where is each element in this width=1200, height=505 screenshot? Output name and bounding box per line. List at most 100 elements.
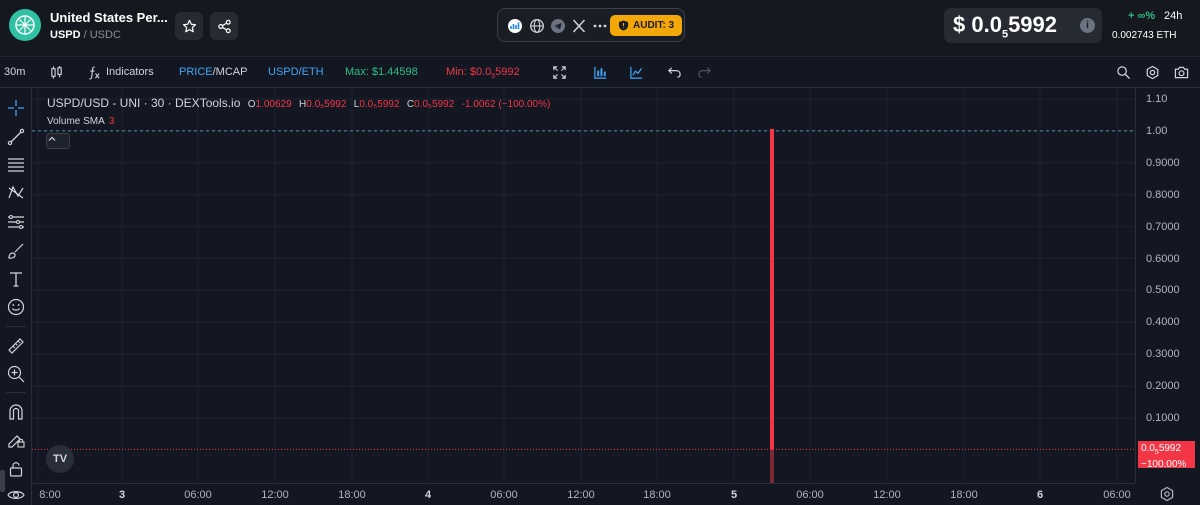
camera-icon	[1174, 66, 1188, 78]
price-tick-label: 0.4000	[1146, 316, 1180, 329]
magnet-icon	[9, 404, 23, 420]
fullscreen-button[interactable]	[551, 64, 567, 80]
favorite-button[interactable]	[175, 12, 203, 40]
pattern-icon	[8, 185, 24, 199]
current-price: $ 0.055992	[953, 12, 1058, 41]
pattern-tool[interactable]	[5, 182, 27, 204]
twitter-link[interactable]	[570, 17, 587, 34]
candlestick-icon	[50, 65, 62, 79]
chevron-up-icon	[48, 136, 56, 141]
toolbar-scroll-handle[interactable]	[0, 470, 5, 492]
trend-line-icon	[7, 128, 25, 146]
time-tick-label: 12:00	[873, 489, 901, 501]
fib-tool[interactable]	[5, 154, 27, 176]
eye-icon	[7, 491, 25, 499]
settings-button[interactable]	[1144, 64, 1160, 80]
telegram-icon	[550, 18, 565, 33]
ruler-icon	[8, 338, 24, 354]
price-tick-label: 0.2000	[1146, 380, 1180, 393]
shield-icon	[618, 20, 629, 31]
time-tick-label: 8:00	[39, 489, 61, 501]
candle-type-button[interactable]	[48, 64, 64, 80]
volume-label: Volume SMA	[47, 116, 105, 127]
price-tick-label: 0.9000	[1146, 156, 1180, 169]
interval-button[interactable]: 30m	[4, 66, 25, 78]
axis-settings-icon[interactable]	[1159, 486, 1175, 502]
pair-toggle[interactable]: USPD/ETH	[268, 66, 324, 78]
tool-separator	[6, 326, 26, 327]
zoom-in-icon	[7, 365, 25, 383]
price-tick-label: 0.6000	[1146, 252, 1180, 265]
share-button[interactable]	[210, 12, 238, 40]
audit-badge[interactable]: AUDIT: 3	[610, 15, 683, 36]
price-tick-label: 1.00	[1146, 124, 1168, 137]
text-icon	[10, 272, 22, 287]
links-box: AUDIT: 3	[497, 8, 685, 42]
undo-button[interactable]	[666, 64, 682, 80]
telegram-link[interactable]	[549, 17, 566, 34]
price-label: PRICE	[179, 66, 213, 78]
emoji-tool[interactable]	[5, 296, 27, 318]
tool-separator	[6, 392, 26, 393]
star-icon	[182, 19, 196, 32]
indicators-button[interactable]: Indicators	[106, 66, 154, 78]
undo-icon	[667, 66, 681, 78]
search-button[interactable]	[1115, 64, 1131, 80]
line-chart-button[interactable]	[628, 64, 644, 80]
price-period: 24h	[1164, 10, 1183, 22]
more-icon	[593, 24, 606, 27]
lock-tool[interactable]	[5, 458, 27, 480]
bar-chart-button[interactable]	[592, 64, 608, 80]
price-tick-label: 1.10	[1146, 93, 1168, 105]
price-tick-label: 0.5000	[1146, 284, 1180, 297]
dextools-link[interactable]	[506, 17, 523, 34]
collapse-legend-button[interactable]	[46, 133, 70, 149]
current-change-label: −100.00%	[1141, 459, 1187, 470]
stay-drawing-tool[interactable]	[5, 429, 27, 451]
text-tool[interactable]	[5, 268, 27, 290]
mcap-label: /MCAP	[212, 66, 248, 78]
time-tick-label: 3	[118, 489, 126, 501]
time-tick-label: 6	[1036, 489, 1044, 501]
website-link[interactable]	[528, 17, 545, 34]
legend-change: -1.0062 (−100.00%)	[461, 99, 551, 110]
indicators-icon-wrap[interactable]	[86, 64, 102, 80]
magnet-tool[interactable]	[5, 401, 27, 423]
time-tick-label: 06:00	[796, 489, 824, 501]
redo-button[interactable]	[696, 64, 712, 80]
max-price: Max: $1.44598	[345, 66, 418, 78]
zoom-tool[interactable]	[5, 363, 27, 385]
prediction-tool[interactable]	[5, 211, 27, 233]
time-axis[interactable]: 8:00 3 06:00 12:00 18:00 4 06:00 12:00 18:00 5 06:…	[32, 483, 1135, 505]
brush-tool[interactable]	[5, 240, 27, 262]
more-links-button[interactable]	[591, 17, 608, 34]
price-mcap-toggle[interactable]: PRICE/MCAP	[179, 66, 247, 78]
token-pair: USPD / USDC	[50, 29, 121, 41]
price-axis[interactable]: 0.055992 −100.00% 1.10 1.00 0.9000 0.8000 0.…	[1135, 88, 1200, 483]
pencil-lock-icon	[8, 435, 25, 448]
token-name: United States Per...	[50, 10, 168, 25]
chart-canvas[interactable]	[32, 88, 1135, 483]
info-icon[interactable]: i	[1080, 18, 1095, 33]
time-tick-label: 06:00	[490, 489, 518, 501]
lock-icon	[9, 462, 23, 477]
volume-legend: Volume SMA 3	[47, 116, 114, 127]
drawing-toolbar	[0, 88, 32, 505]
horizontal-lines-icon	[8, 158, 24, 172]
line-chart-icon	[629, 66, 642, 79]
tradingview-logo[interactable]: TV	[46, 445, 74, 473]
price-chart[interactable]: USPD/USD - UNI · 30 · DEXTools.io O1.006…	[32, 88, 1135, 483]
screenshot-button[interactable]	[1173, 64, 1189, 80]
price-box: $ 0.055992 i	[944, 8, 1102, 43]
measure-tool[interactable]	[5, 335, 27, 357]
min-price: Min: $0.055992	[446, 66, 520, 81]
time-tick-label: 18:00	[643, 489, 671, 501]
legend-open-key: O	[247, 99, 256, 110]
chart-logo-icon	[507, 18, 522, 33]
x-twitter-icon	[572, 18, 585, 33]
time-tick-label: 5	[730, 489, 738, 501]
quote-symbol: / USDC	[83, 29, 121, 41]
crosshair-tool[interactable]	[5, 97, 27, 119]
visibility-tool[interactable]	[5, 484, 27, 505]
trend-line-tool[interactable]	[5, 126, 27, 148]
